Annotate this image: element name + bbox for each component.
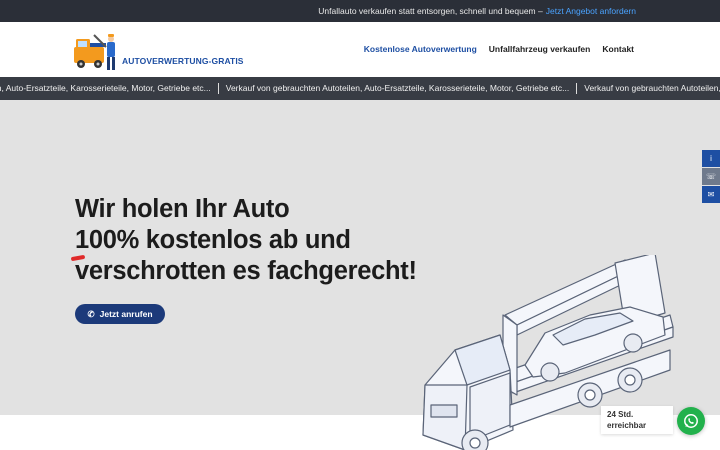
hero-headline: Wir holen Ihr Auto 100% kostenlos ab und…	[75, 194, 417, 287]
chat-line-1: 24 Std.	[607, 410, 634, 419]
hero-section: Wir holen Ihr Auto 100% kostenlos ab und…	[0, 100, 720, 450]
ticker-item: en, Auto-Ersatzteile, Karosserieteile, M…	[0, 83, 211, 93]
logo-text: AUTOVERWERTUNG-GRATIS	[122, 56, 244, 66]
nav-item-unfallfahrzeug-verkaufen[interactable]: Unfallfahrzeug verkaufen	[489, 44, 591, 54]
ticker-track: en, Auto-Ersatzteile, Karosserieteile, M…	[0, 83, 720, 94]
ticker-item: Verkauf von gebrauchten Autoteilen, Auto…	[584, 83, 720, 93]
top-bar-text: Unfallauto verkaufen statt entsorgen, sc…	[318, 6, 543, 16]
site-logo[interactable]: AUTOVERWERTUNG-GRATIS	[72, 29, 243, 73]
main-nav: Kostenlose Autoverwertung Unfallfahrzeug…	[364, 44, 634, 54]
ticker-separator	[576, 83, 578, 94]
whatsapp-button[interactable]	[677, 407, 705, 435]
ticker-separator	[217, 83, 219, 94]
hero-line-2: 100% kostenlos ab und	[75, 226, 351, 254]
phone-icon[interactable]: ☏	[702, 168, 720, 185]
side-contact-buttons: i ☏ ✉	[702, 150, 720, 204]
call-now-button[interactable]: ✆ Jetzt anrufen	[75, 304, 165, 324]
news-ticker: en, Auto-Ersatzteile, Karosserieteile, M…	[0, 77, 720, 100]
chat-line-2: erreichbar	[607, 420, 647, 430]
tow-truck-logo-icon	[74, 34, 115, 70]
hero-line-1: Wir holen Ihr Auto	[75, 195, 290, 223]
nav-item-kontakt[interactable]: Kontakt	[602, 44, 634, 54]
chat-availability-label: 24 Std. erreichbar	[601, 406, 673, 434]
request-offer-link[interactable]: Jetzt Angebot anfordern	[546, 6, 636, 16]
info-icon[interactable]: i	[702, 150, 720, 167]
phone-icon: ✆	[87, 308, 95, 319]
top-bar: Unfallauto verkaufen statt entsorgen, sc…	[0, 0, 720, 22]
header: AUTOVERWERTUNG-GRATIS Kostenlose Autover…	[0, 22, 720, 77]
call-now-label: Jetzt anrufen	[99, 309, 153, 319]
hero-line-3: verschrotten es fachgerecht!	[75, 257, 417, 285]
ticker-item: Verkauf von gebrauchten Autoteilen, Auto…	[225, 83, 570, 93]
whatsapp-icon	[684, 414, 698, 428]
mail-icon[interactable]: ✉	[702, 186, 720, 203]
nav-item-kostenlose-autoverwertung[interactable]: Kostenlose Autoverwertung	[364, 44, 477, 54]
